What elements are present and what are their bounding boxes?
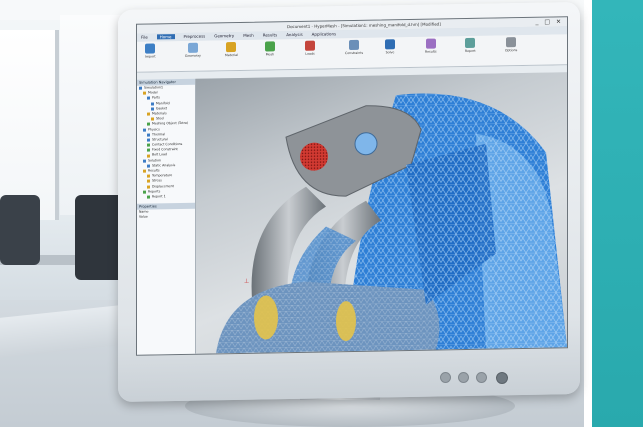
loads-icon <box>305 40 315 51</box>
tree-node-icon <box>151 117 154 121</box>
ribbon-label: Report <box>465 48 476 54</box>
tree-node-icon <box>151 102 154 106</box>
menu-item-preprocess[interactable]: Preprocess <box>184 34 206 39</box>
properties-rows: Name Value <box>137 209 195 220</box>
teal-gap <box>584 0 592 427</box>
ribbon-label: Constraints <box>345 50 364 56</box>
tree-node-icon <box>147 148 150 152</box>
ribbon-label: Mesh <box>265 52 275 57</box>
material-icon <box>226 42 237 53</box>
tree-node-icon <box>147 164 150 168</box>
constraints-icon <box>349 39 360 51</box>
tree-node-icon <box>147 154 150 158</box>
axis-triad-icon: ⊥ <box>244 277 250 285</box>
ribbon-button-material[interactable]: Material <box>225 42 238 68</box>
office-window <box>0 30 59 220</box>
tree-node-icon <box>143 169 146 173</box>
ribbon-button-report[interactable]: Report <box>465 37 476 64</box>
ribbon-button-results[interactable]: Results <box>425 38 437 65</box>
tree-node[interactable]: Report 1 <box>137 194 195 200</box>
tree-node-icon <box>143 128 146 132</box>
ribbon-button-import[interactable]: Import <box>145 43 156 69</box>
tree-node-label: Report 1 <box>152 194 166 199</box>
port-cool <box>354 132 378 156</box>
ribbon-label: Results <box>425 49 437 54</box>
yellow-ring <box>254 295 278 340</box>
ribbon-label: Geometry <box>185 53 201 58</box>
ribbon-label: Loads <box>305 51 315 56</box>
simulation-tree-panel: Simulation Navigator Simulation1 Model Par… <box>137 78 196 355</box>
ribbon-label: Options <box>505 48 518 53</box>
ribbon-button-mesh[interactable]: Mesh <box>265 41 275 67</box>
menu-item-mesh[interactable]: Mesh <box>243 33 254 38</box>
tree-node-icon <box>139 86 142 90</box>
tree-items: Simulation1 Model Parts Manifold Gasket Mater… <box>137 85 195 200</box>
tree-node-icon <box>147 143 150 147</box>
manifold-model <box>216 93 567 354</box>
report-icon <box>465 37 476 49</box>
tree-node-icon <box>147 185 150 189</box>
tree-node-icon <box>151 107 154 111</box>
menu-item-applications[interactable]: Applications <box>312 31 336 36</box>
import-icon <box>145 43 156 54</box>
solve-icon <box>385 39 395 50</box>
ribbon-label: Import <box>145 54 156 59</box>
power-button[interactable] <box>496 372 508 384</box>
tree-node-icon <box>147 179 150 184</box>
menu-item-results[interactable]: Results <box>263 32 277 37</box>
menu-item-home[interactable]: Home <box>156 34 175 40</box>
menu-item-file[interactable]: File <box>141 35 148 40</box>
property-row[interactable]: Value <box>137 214 195 220</box>
yellow-ring <box>336 301 356 342</box>
tree-node-icon <box>147 138 150 142</box>
office-chair <box>0 195 40 265</box>
monitor-button[interactable] <box>440 372 451 383</box>
tree-node-icon <box>147 195 150 199</box>
results-icon <box>425 38 436 49</box>
tree-node-icon <box>143 91 146 95</box>
ribbon-button-options[interactable]: Options <box>505 37 517 63</box>
tree-node-icon <box>147 96 150 101</box>
menu-item-analysis[interactable]: Analysis <box>286 32 302 37</box>
mesh-icon <box>265 41 275 52</box>
monitor-buttons <box>440 372 487 383</box>
monitor-button[interactable] <box>476 372 487 383</box>
tree-node-icon <box>147 112 150 116</box>
geometry-icon <box>187 42 198 53</box>
options-icon <box>506 37 517 48</box>
tree-node-icon <box>143 159 146 163</box>
ribbon-button-constraints[interactable]: Constraints <box>345 39 364 66</box>
ribbon-button-geometry[interactable]: Geometry <box>185 42 201 69</box>
3d-viewport[interactable]: ⊥ <box>196 72 567 354</box>
ribbon-label: Solve <box>385 50 395 55</box>
tree-node-icon <box>147 174 150 178</box>
tree-node-icon <box>143 190 146 194</box>
ribbon-button-solve[interactable]: Solve <box>385 39 395 65</box>
teal-accent-bar <box>592 0 643 427</box>
menu-item-geometry[interactable]: Geometry <box>214 33 234 38</box>
tree-node-icon <box>147 133 150 137</box>
tree-node-icon <box>147 122 150 126</box>
monitor-button[interactable] <box>458 372 469 383</box>
app-window: Document1 - HyperMesh - [Simulation1: me… <box>136 16 568 356</box>
ribbon-label: Material <box>225 52 238 58</box>
ribbon-button-loads[interactable]: Loads <box>305 40 315 67</box>
